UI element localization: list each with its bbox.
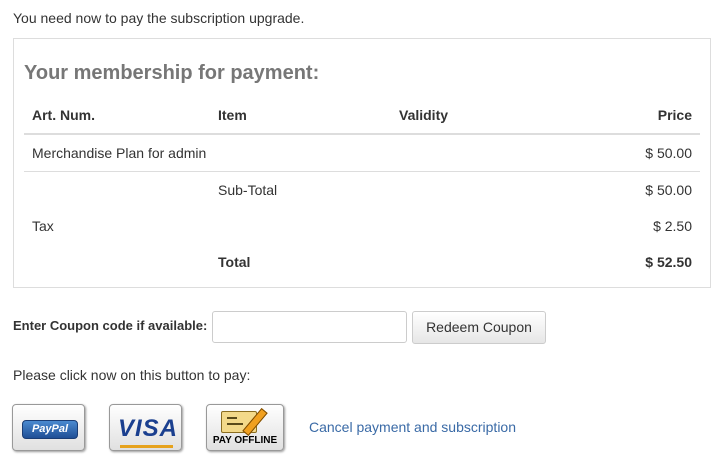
visa-stripe <box>120 445 173 448</box>
subtotal-value: $ 50.00 <box>645 182 692 198</box>
panel-title: Your membership for payment: <box>24 62 320 84</box>
visa-button[interactable]: VISA <box>109 404 182 451</box>
pay-offline-label: PAY OFFLINE <box>212 435 278 446</box>
coupon-label: Enter Coupon code if available: <box>13 318 208 333</box>
total-value: $ 52.50 <box>645 254 692 270</box>
subtotal-label: Sub-Total <box>218 182 278 198</box>
paypal-logo-icon: PayPal <box>22 420 78 439</box>
membership-panel: Your membership for payment: Art. Num. I… <box>13 38 711 288</box>
tax-row: Tax $ 2.50 <box>24 208 700 244</box>
column-header-validity: Validity <box>391 97 577 135</box>
table-header-row: Art. Num. Item Validity Price <box>24 97 700 135</box>
column-header-art-num: Art. Num. <box>24 97 210 135</box>
coupon-code-input[interactable] <box>212 311 407 343</box>
pay-offline-button[interactable]: PAY OFFLINE <box>206 404 284 451</box>
cancel-payment-link[interactable]: Cancel payment and subscription <box>309 419 516 435</box>
paypal-button[interactable]: PayPal <box>12 404 85 451</box>
intro-text: You need now to pay the subscription upg… <box>13 10 305 26</box>
column-header-item: Item <box>210 97 391 135</box>
column-header-price: Price <box>577 97 700 135</box>
order-table: Art. Num. Item Validity Price Merchandis… <box>24 97 700 280</box>
total-row: Total $ 52.50 <box>24 244 700 280</box>
total-label: Total <box>218 254 251 270</box>
line-item-art-num: Merchandise Plan for admin <box>24 134 577 172</box>
line-item-price: $ 50.00 <box>577 134 700 172</box>
subtotal-row: Sub-Total $ 50.00 <box>24 172 700 209</box>
tax-label: Tax <box>32 218 54 234</box>
visa-logo-icon: VISA <box>118 415 179 442</box>
pay-prompt: Please click now on this button to pay: <box>13 367 251 383</box>
table-row: Merchandise Plan for admin $ 50.00 <box>24 134 700 172</box>
tax-value: $ 2.50 <box>653 218 692 234</box>
redeem-coupon-button[interactable]: Redeem Coupon <box>412 311 546 344</box>
